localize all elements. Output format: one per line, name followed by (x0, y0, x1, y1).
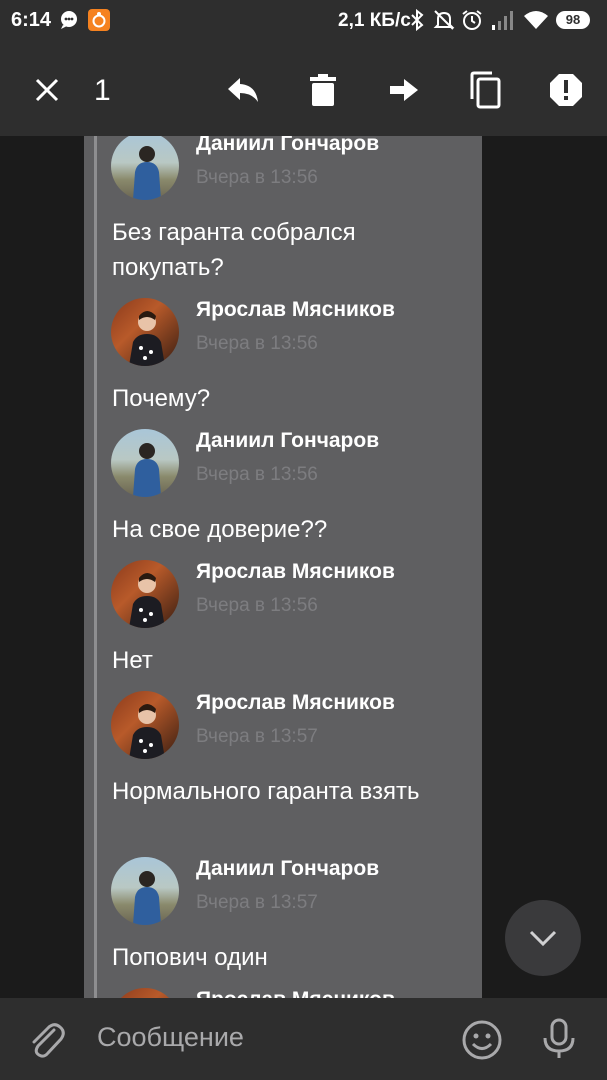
selection-toolbar: 1 (0, 42, 607, 136)
message-time: Вчера в 13:56 (196, 333, 318, 354)
message-text: Почему? (112, 385, 211, 412)
chat-area[interactable]: Даниил Гончаров Вчера в 13:56 Без гарант… (0, 136, 607, 998)
quote-bar (94, 136, 97, 998)
wifi-icon (523, 9, 549, 36)
message-text: Нормального гаранта взять (112, 778, 420, 805)
copy-icon[interactable] (465, 70, 505, 110)
message-author[interactable]: Ярослав Мясников (196, 298, 395, 322)
message-time: Вчера в 13:57 (196, 892, 318, 913)
trash-icon[interactable] (303, 70, 343, 110)
message-author[interactable]: Ярослав Мясников (196, 560, 395, 584)
alarm-icon (461, 9, 483, 36)
message-notification-icon (59, 10, 79, 35)
alert-icon[interactable] (546, 70, 586, 110)
app-notification-icon (88, 9, 110, 36)
selected-count: 1 (94, 74, 111, 107)
message-time: Вчера в 13:56 (196, 167, 318, 188)
scroll-down-button[interactable] (505, 900, 581, 976)
emoji-icon[interactable] (461, 1019, 503, 1066)
close-icon[interactable] (27, 70, 67, 110)
avatar[interactable] (111, 560, 179, 628)
reply-icon[interactable] (223, 70, 263, 110)
message-author[interactable]: Даниил Гончаров (196, 429, 379, 453)
message-time: Вчера в 13:56 (196, 464, 318, 485)
message-author[interactable]: Даниил Гончаров (196, 136, 379, 156)
forward-icon[interactable] (384, 70, 424, 110)
message-author[interactable]: Даниил Гончаров (196, 857, 379, 881)
avatar[interactable] (111, 298, 179, 366)
message-text: Попович один (112, 944, 268, 971)
message-author[interactable]: Ярослав Мясников (196, 691, 395, 715)
avatar[interactable] (111, 429, 179, 497)
chevron-down-icon (529, 930, 557, 947)
message-time: Вчера в 13:57 (196, 726, 318, 747)
status-bar: 6:14 2,1 КБ/с 98 (0, 0, 607, 42)
signal-icon (491, 9, 515, 36)
message-composer: Сообщение (0, 998, 607, 1080)
network-speed: 2,1 КБ/с (338, 10, 411, 31)
status-time: 6:14 (11, 9, 52, 31)
message-text: Нет (112, 647, 153, 674)
attach-icon[interactable] (28, 1020, 66, 1065)
message-text: На свое доверие?? (112, 516, 328, 543)
bluetooth-icon (410, 8, 424, 36)
battery-level: 98 (556, 11, 590, 29)
mute-bell-icon (433, 9, 455, 36)
avatar[interactable] (111, 691, 179, 759)
microphone-icon[interactable] (540, 1018, 578, 1065)
message-text: Без гаранта собрался покупать? (112, 219, 356, 281)
avatar[interactable] (111, 857, 179, 925)
message-time: Вчера в 13:56 (196, 595, 318, 616)
message-input[interactable]: Сообщение (97, 1022, 244, 1053)
message-author[interactable]: Ярослав Мясников (196, 988, 395, 998)
